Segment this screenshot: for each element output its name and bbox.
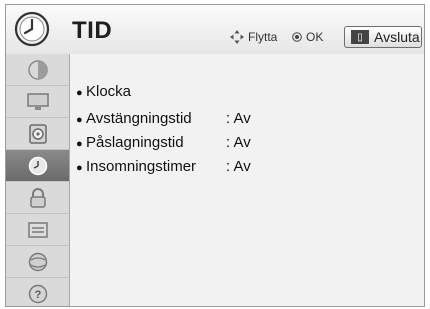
- exit-button-label: Avsluta: [374, 29, 420, 45]
- menu-item-label: Avstängningstid: [86, 110, 192, 127]
- ok-hint: OK: [292, 30, 323, 44]
- exit-icon: ▯: [351, 30, 369, 44]
- sidebar-item-picture[interactable]: [6, 54, 69, 86]
- menu-item-value: : Av: [226, 134, 251, 151]
- sidebar-item-options[interactable]: [6, 214, 69, 246]
- navigation-arrows-icon: [230, 30, 244, 44]
- menu-item-on-time[interactable]: ● Påslagningstid : Av: [76, 134, 251, 151]
- clock-small-icon: [28, 156, 47, 175]
- menu-item-sleep-timer[interactable]: ● Insomningstimer : Av: [76, 158, 251, 175]
- help-icon: ?: [28, 284, 47, 303]
- lock-icon: [29, 187, 46, 208]
- bullet: ●: [76, 87, 83, 99]
- ok-hint-label: OK: [306, 30, 324, 44]
- bullet: ●: [76, 162, 83, 174]
- sidebar-item-help[interactable]: ?: [6, 278, 69, 306]
- sidebar-item-time[interactable]: [6, 150, 69, 182]
- menu-item-clock[interactable]: ● Klocka: [76, 83, 131, 100]
- menu-item-value: : Av: [226, 110, 251, 127]
- sidebar-item-network[interactable]: [6, 246, 69, 278]
- move-hint-label: Flytta: [248, 30, 278, 44]
- menu-item-label: Påslagningstid: [86, 134, 184, 151]
- header-bar: TID Flytta OK ▯ Avsluta: [6, 5, 424, 55]
- menu-item-value: : Av: [226, 158, 251, 175]
- sidebar: ?: [6, 54, 70, 306]
- picture-icon: [27, 59, 48, 80]
- monitor-icon: [26, 92, 49, 110]
- options-icon: [27, 221, 48, 238]
- menu-item-label: Insomningstimer: [86, 158, 197, 175]
- move-hint: Flytta: [230, 30, 277, 44]
- ok-button-icon: [292, 32, 302, 42]
- clock-icon: [14, 11, 50, 47]
- exit-button[interactable]: ▯ Avsluta: [344, 26, 422, 48]
- sidebar-item-audio[interactable]: [6, 118, 69, 150]
- network-icon: [28, 252, 47, 271]
- bullet: ●: [76, 114, 83, 126]
- menu-item-off-time[interactable]: ● Avstängningstid : Av: [76, 110, 251, 127]
- time-menu: ● Klocka ● Avstängningstid : Av ● Påslag…: [70, 54, 424, 306]
- menu-item-label: Klocka: [86, 83, 132, 100]
- sidebar-item-screen[interactable]: [6, 86, 69, 118]
- sidebar-item-lock[interactable]: [6, 182, 69, 214]
- bullet: ●: [76, 138, 83, 150]
- svg-text:?: ?: [34, 289, 41, 301]
- settings-window: TID Flytta OK ▯ Avsluta ? ● Klocka ● Avs…: [5, 4, 425, 307]
- page-title: TID: [72, 17, 113, 44]
- speaker-icon: [28, 123, 47, 144]
